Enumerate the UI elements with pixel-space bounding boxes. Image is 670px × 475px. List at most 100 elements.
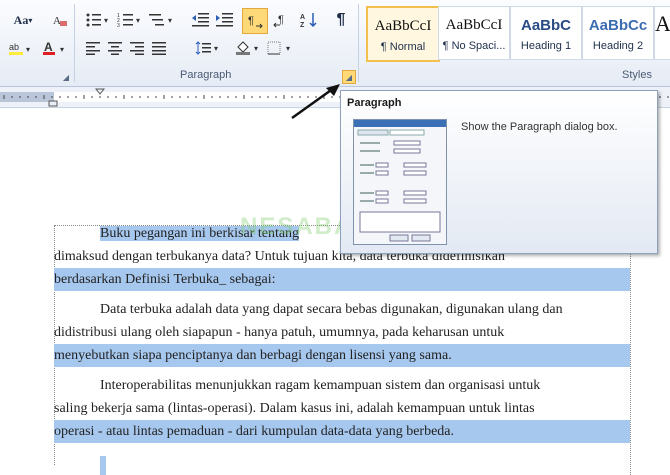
svg-text:▾: ▾ bbox=[214, 44, 218, 53]
align-center-button[interactable] bbox=[106, 38, 126, 58]
increase-indent-icon bbox=[216, 13, 233, 27]
multilevel-list-icon: ▾ bbox=[149, 14, 172, 26]
clear-formatting-icon: A bbox=[53, 15, 67, 27]
line-text: berdasarkan Definisi Terbuka_ sebagai: bbox=[54, 268, 630, 291]
multilevel-list-button[interactable]: ▾ bbox=[148, 10, 176, 30]
svg-text:¶: ¶ bbox=[248, 15, 254, 27]
svg-text:▾: ▾ bbox=[60, 45, 64, 54]
borders-button[interactable]: ▾ bbox=[266, 38, 294, 58]
font-dialog-launcher-icon[interactable]: ◢ bbox=[60, 71, 72, 83]
line-text: didistribusi ulang oleh siapapun - hanya… bbox=[54, 325, 505, 340]
paragraph-line: didistribusi ulang oleh siapapun - hanya… bbox=[54, 321, 630, 344]
style-sample: AaBbCc bbox=[588, 17, 648, 34]
paragraph-line: berdasarkan Definisi Terbuka_ sebagai: bbox=[54, 268, 630, 291]
style-name: Heading 2 bbox=[592, 40, 644, 52]
borders-icon: ▾ bbox=[267, 41, 290, 55]
svg-text:A: A bbox=[53, 15, 61, 27]
change-case-label: Aa bbox=[13, 12, 29, 27]
style-title[interactable]: A bbox=[654, 6, 670, 60]
style-name: Heading 1 bbox=[520, 40, 572, 52]
justify-icon bbox=[152, 42, 166, 55]
left-to-right-icon: ¶ bbox=[248, 15, 263, 29]
group-divider bbox=[358, 4, 359, 82]
style-heading-1[interactable]: AaBbC Heading 1 bbox=[510, 6, 582, 60]
svg-text:▾: ▾ bbox=[286, 44, 290, 53]
numbering-icon: 123▾ bbox=[117, 13, 140, 28]
font-color-button[interactable]: A ▾ bbox=[40, 38, 70, 58]
style-heading-2[interactable]: AaBbCc Heading 2 bbox=[582, 6, 654, 60]
bullets-button[interactable]: ▾ bbox=[84, 10, 112, 30]
paragraph-2[interactable]: Data terbuka adalah data yang dapat seca… bbox=[54, 298, 630, 367]
svg-text:ab: ab bbox=[9, 42, 19, 52]
line-text: operasi - atau lintas pemaduan - dari ku… bbox=[54, 420, 630, 443]
style-sample: A bbox=[655, 11, 670, 36]
highlighter-icon: ab ▾ bbox=[9, 42, 30, 55]
style-sample: AaBbCcI bbox=[374, 18, 432, 34]
paragraph-line: operasi - atau lintas pemaduan - dari ku… bbox=[54, 420, 630, 443]
group-divider bbox=[74, 4, 75, 82]
sort-az-icon: AZ bbox=[300, 13, 317, 28]
svg-text:▾: ▾ bbox=[136, 16, 140, 25]
paragraph-line: saling bekerja sama (lintas-operasi). Da… bbox=[54, 397, 630, 420]
numbering-button[interactable]: 1 2 3 ▾ bbox=[116, 10, 144, 30]
svg-text:A: A bbox=[300, 14, 305, 21]
decrease-indent-button[interactable] bbox=[190, 10, 212, 30]
svg-text:A: A bbox=[44, 40, 53, 54]
dialog-thumbnail-icon bbox=[354, 120, 446, 242]
ribbon: Aa ▾ A ab ▾ A ▾ ◢ ▾ 1 2 3 ▾ ▾ ¶ ¶ AZ ¶ ▾… bbox=[0, 0, 670, 87]
style-normal[interactable]: AaBbCcI ¶ Normal bbox=[366, 6, 440, 62]
svg-text:▾: ▾ bbox=[168, 16, 172, 25]
sort-button[interactable]: AZ bbox=[298, 10, 320, 30]
svg-text:▾: ▾ bbox=[26, 45, 30, 54]
line-text: menyebutkan siapa penciptanya dan berbag… bbox=[54, 344, 630, 367]
empty-selected-paragraph bbox=[100, 456, 106, 475]
align-right-button[interactable] bbox=[128, 38, 148, 58]
styles-group-label: Styles bbox=[622, 69, 652, 81]
clear-formatting-button[interactable]: A bbox=[50, 10, 70, 30]
ltr-text-direction-button[interactable]: ¶ bbox=[242, 8, 268, 34]
line-text: Data terbuka adalah data yang dapat seca… bbox=[100, 302, 563, 317]
paragraph-line: Interoperabilitas menunjukkan ragam kema… bbox=[100, 374, 630, 397]
align-right-icon bbox=[130, 42, 144, 55]
align-left-icon bbox=[86, 42, 100, 55]
style-sample: AaBbCcI bbox=[445, 17, 503, 33]
line-text: Interoperabilitas menunjukkan ragam kema… bbox=[100, 378, 541, 393]
decrease-indent-icon bbox=[192, 13, 209, 27]
shading-button[interactable]: ▾ bbox=[234, 38, 262, 58]
show-hide-marks-button[interactable]: ¶ bbox=[330, 10, 352, 30]
pilcrow-icon: ¶ bbox=[336, 11, 346, 28]
font-color-icon: A ▾ bbox=[43, 40, 64, 55]
paragraph-3[interactable]: Interoperabilitas menunjukkan ragam kema… bbox=[54, 374, 630, 443]
line-spacing-icon: ▾ bbox=[195, 41, 218, 55]
line-text: saling bekerja sama (lintas-operasi). Da… bbox=[54, 401, 535, 416]
paragraph-line: Data terbuka adalah data yang dapat seca… bbox=[100, 298, 630, 321]
svg-text:Z: Z bbox=[300, 22, 305, 28]
style-name: ¶ Normal bbox=[380, 41, 426, 53]
pointer-arrow-icon bbox=[291, 84, 340, 120]
align-center-icon bbox=[108, 42, 122, 55]
change-case-button[interactable]: Aa ▾ bbox=[8, 10, 38, 30]
svg-text:¶: ¶ bbox=[278, 14, 284, 26]
svg-text:▾: ▾ bbox=[104, 16, 108, 25]
rtl-text-direction-button[interactable]: ¶ bbox=[270, 10, 292, 30]
paragraph-dialog-preview bbox=[353, 119, 447, 245]
align-left-button[interactable] bbox=[84, 38, 104, 58]
svg-text:3: 3 bbox=[117, 23, 120, 28]
right-to-left-icon: ¶ bbox=[273, 14, 284, 28]
svg-text:▾: ▾ bbox=[254, 44, 258, 53]
bullets-icon: ▾ bbox=[86, 13, 108, 27]
style-sample: AaBbC bbox=[520, 17, 571, 34]
style-name: ¶ No Spaci... bbox=[442, 40, 506, 52]
paint-bucket-icon: ▾ bbox=[236, 41, 258, 55]
right-margin-guide bbox=[630, 225, 631, 475]
text-highlight-button[interactable]: ab ▾ bbox=[6, 38, 36, 58]
line-spacing-button[interactable]: ▾ bbox=[194, 38, 222, 58]
increase-indent-button[interactable] bbox=[214, 10, 236, 30]
style-no-spacing[interactable]: AaBbCcI ¶ No Spaci... bbox=[438, 6, 510, 60]
paragraph-line: menyebutkan siapa penciptanya dan berbag… bbox=[54, 344, 630, 367]
tooltip-title: Paragraph bbox=[347, 97, 402, 109]
justify-button[interactable] bbox=[150, 38, 170, 58]
paragraph-tooltip: Paragraph Show the Paragraph dialog box. bbox=[340, 90, 658, 254]
tooltip-description: Show the Paragraph dialog box. bbox=[461, 121, 618, 133]
paragraph-gap bbox=[54, 466, 100, 475]
